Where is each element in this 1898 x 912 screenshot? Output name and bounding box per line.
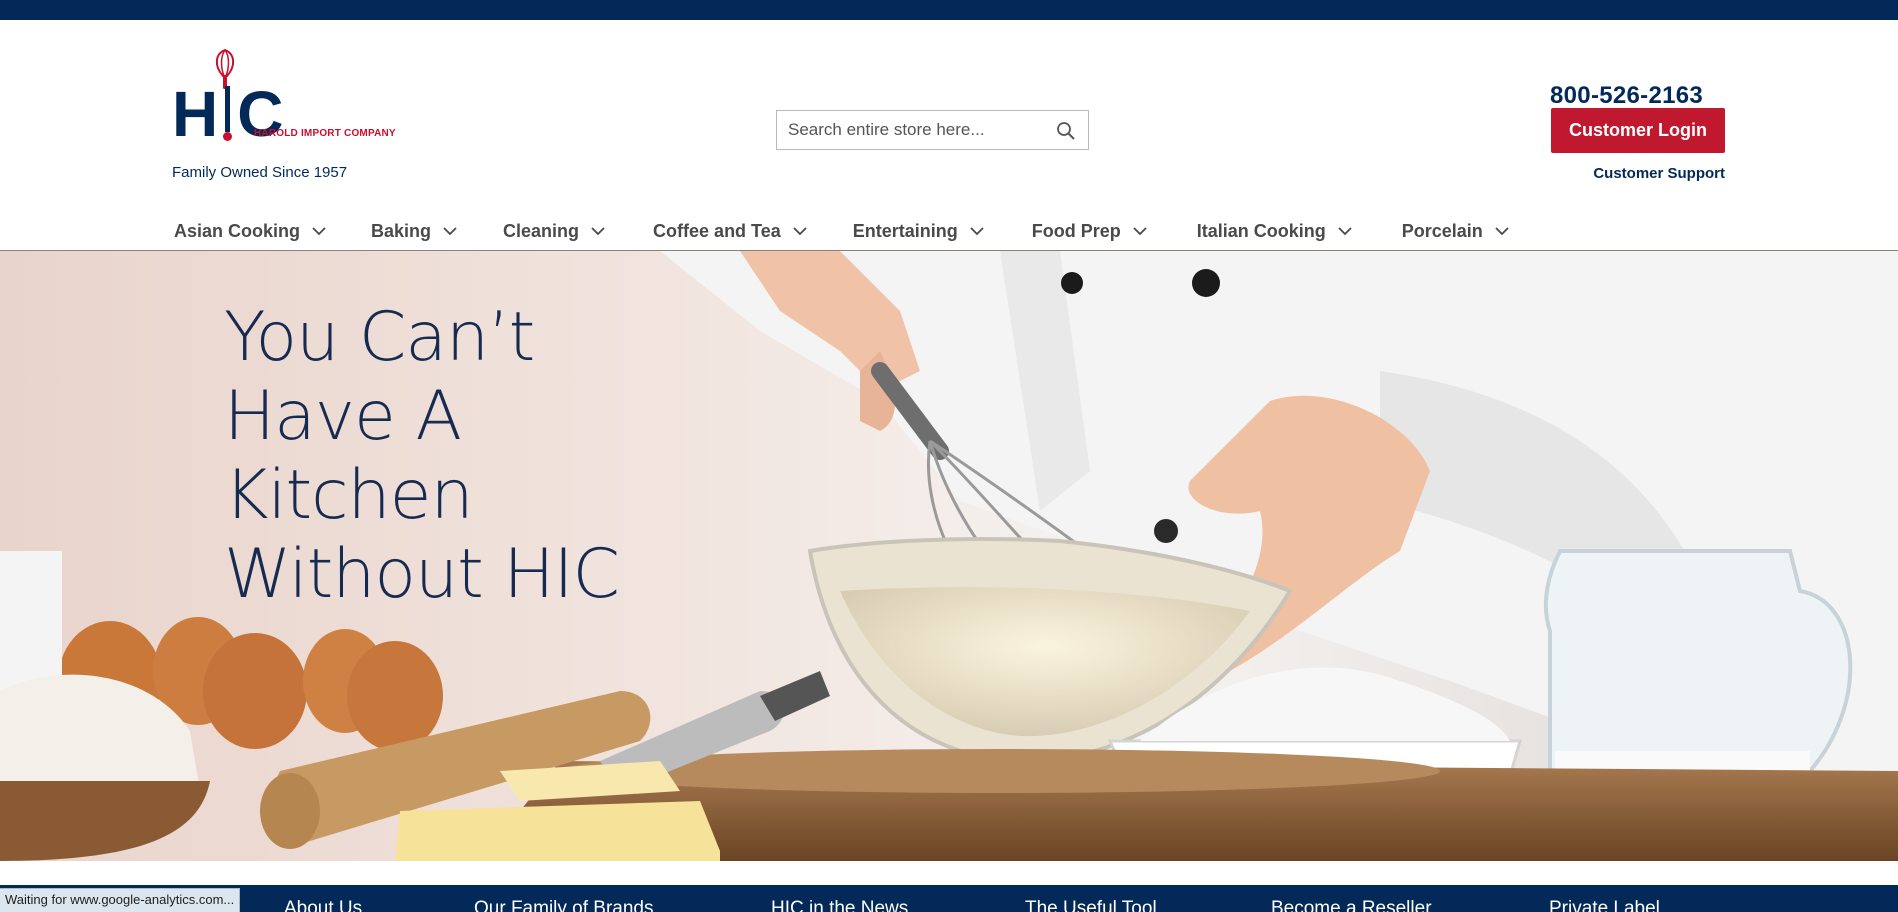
hero-banner[interactable]: You Can’t Have A Kitchen Without HIC: [0, 251, 1898, 861]
hero-heading-line: Kitchen: [224, 456, 474, 535]
hero-heading: You Can’t Have A Kitchen Without HIC: [224, 298, 684, 614]
search-input[interactable]: [777, 112, 1047, 148]
chevron-down-icon: [591, 227, 605, 236]
nav-item-baking[interactable]: Baking: [371, 221, 457, 242]
search-icon[interactable]: [1056, 121, 1076, 141]
search-box: [776, 110, 1089, 150]
nav-item-label: Baking: [371, 220, 432, 241]
chevron-down-icon: [312, 227, 326, 236]
chevron-down-icon: [1133, 227, 1147, 236]
nav-item-label: Cleaning: [503, 220, 580, 241]
footer-navigation: About Us Our Family of Brands HIC in the…: [0, 885, 1898, 912]
phone-number[interactable]: 800-526-2163: [1550, 82, 1703, 110]
chevron-down-icon: [793, 227, 807, 236]
customer-support-link[interactable]: Customer Support: [1593, 165, 1725, 182]
footer-link-family-of-brands[interactable]: Our Family of Brands: [474, 898, 654, 912]
footer-link-become-reseller[interactable]: Become a Reseller: [1271, 898, 1432, 912]
nav-item-italian-cooking[interactable]: Italian Cooking: [1197, 221, 1352, 242]
nav-item-coffee-and-tea[interactable]: Coffee and Tea: [653, 221, 807, 242]
hero-heading-line: Without HIC: [224, 535, 620, 614]
hero-heading-line: Have A: [224, 377, 462, 456]
chevron-down-icon: [443, 227, 457, 236]
nav-item-label: Asian Cooking: [174, 220, 301, 241]
nav-item-label: Food Prep: [1031, 220, 1121, 241]
top-accent-bar: [0, 0, 1898, 20]
chevron-down-icon: [1338, 227, 1352, 236]
logo-company-name: HAROLD IMPORT COMPANY: [254, 128, 396, 139]
nav-item-label: Entertaining: [852, 220, 958, 241]
customer-login-button[interactable]: Customer Login: [1551, 108, 1725, 153]
nav-item-label: Italian Cooking: [1196, 220, 1326, 241]
footer-link-about-us[interactable]: About Us: [284, 898, 362, 912]
home-logo-link[interactable]: H C HAROLD IMPORT COMPANY Family Owned S…: [172, 48, 396, 181]
chevron-down-icon: [970, 227, 984, 236]
nav-item-food-prep[interactable]: Food Prep: [1032, 221, 1147, 242]
nav-item-asian-cooking[interactable]: Asian Cooking: [174, 221, 326, 242]
footer-link-private-label[interactable]: Private Label: [1549, 898, 1660, 912]
nav-item-cleaning[interactable]: Cleaning: [503, 221, 605, 242]
logo-tagline: Family Owned Since 1957: [172, 164, 348, 181]
chevron-down-icon: [1495, 227, 1509, 236]
logo-letter-i: [220, 86, 234, 141]
footer-link-useful-tool[interactable]: The Useful Tool: [1025, 898, 1157, 912]
footer-link-hic-in-the-news[interactable]: HIC in the News: [771, 898, 908, 912]
site-header: H C HAROLD IMPORT COMPANY Family Owned S…: [0, 20, 1898, 251]
browser-status-bar: Waiting for www.google-analytics.com...: [0, 888, 241, 912]
hero-heading-line: You Can’t: [224, 298, 535, 377]
nav-item-entertaining[interactable]: Entertaining: [853, 221, 984, 242]
logo-letter-h: H: [172, 78, 218, 150]
nav-item-label: Coffee and Tea: [653, 220, 781, 241]
nav-item-porcelain[interactable]: Porcelain: [1402, 221, 1509, 242]
nav-item-label: Porcelain: [1401, 220, 1483, 241]
main-navigation: Asian Cooking Baking Cleaning Coffee and…: [174, 209, 1509, 253]
